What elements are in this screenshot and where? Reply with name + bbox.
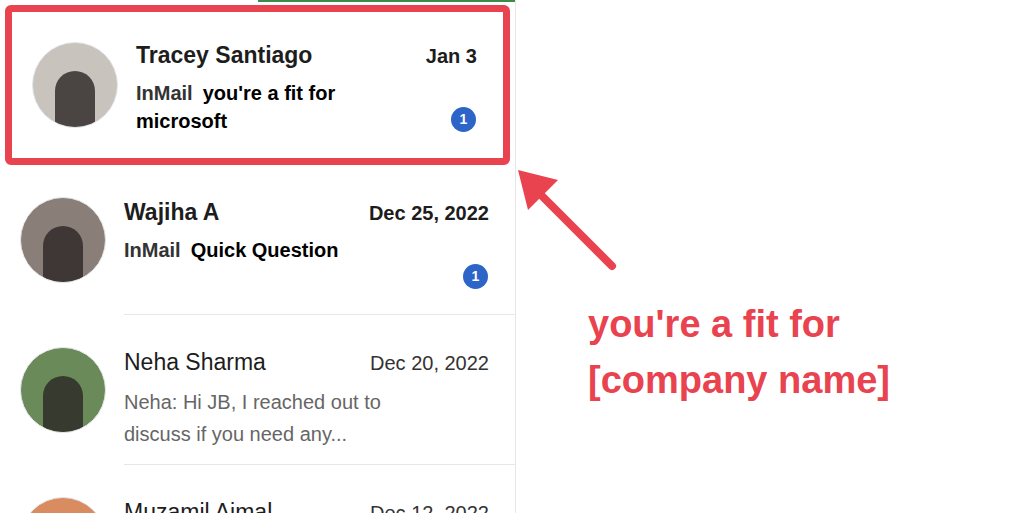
avatar-photo[interactable] xyxy=(32,42,118,128)
message-date: Jan 3 xyxy=(426,41,477,71)
conversation-item[interactable]: Tracey SantiagoJan 3InMailyou're a fit f… xyxy=(5,5,510,165)
conversation-item[interactable]: Neha Sharma Dec 20, 2022 Neha: Hi JB, I re… xyxy=(0,315,515,465)
conversation-item[interactable]: Muzamil Ajmal Dec 12, 2022 xyxy=(0,465,515,513)
inmail-tag: InMail xyxy=(136,82,193,104)
message-date: Dec 12, 2022 xyxy=(370,498,489,513)
inmail-tag: InMail xyxy=(124,239,181,261)
message-date: Dec 20, 2022 xyxy=(370,348,489,378)
message-date: Dec 25, 2022 xyxy=(369,198,489,228)
sender-name: Wajiha A xyxy=(124,195,219,230)
message-preview: Neha: Hi JB, I reached out to discuss if… xyxy=(124,386,444,450)
avatar-photo[interactable] xyxy=(20,197,106,283)
avatar-photo[interactable] xyxy=(20,347,106,433)
sender-name: Neha Sharma xyxy=(124,345,266,380)
annotation-text: you're a fit for [company name] xyxy=(588,296,968,408)
message-subject: Quick Question xyxy=(191,239,339,261)
unread-badge: 1 xyxy=(451,107,476,132)
conversation-item[interactable]: Wajiha A Dec 25, 2022 InMail Quick Question… xyxy=(0,165,515,315)
unread-badge: 1 xyxy=(463,264,488,289)
arrow-icon xyxy=(510,160,620,275)
screenshot: Tracey Santiago Jan 3 InMail you're a fit f… xyxy=(0,0,1024,513)
avatar-photo[interactable] xyxy=(20,497,106,513)
sender-name: Muzamil Ajmal xyxy=(124,495,272,513)
sender-name: Tracey Santiago xyxy=(136,38,312,73)
conversation-list: Tracey SantiagoJan 3InMailyou're a fit f… xyxy=(0,0,516,513)
